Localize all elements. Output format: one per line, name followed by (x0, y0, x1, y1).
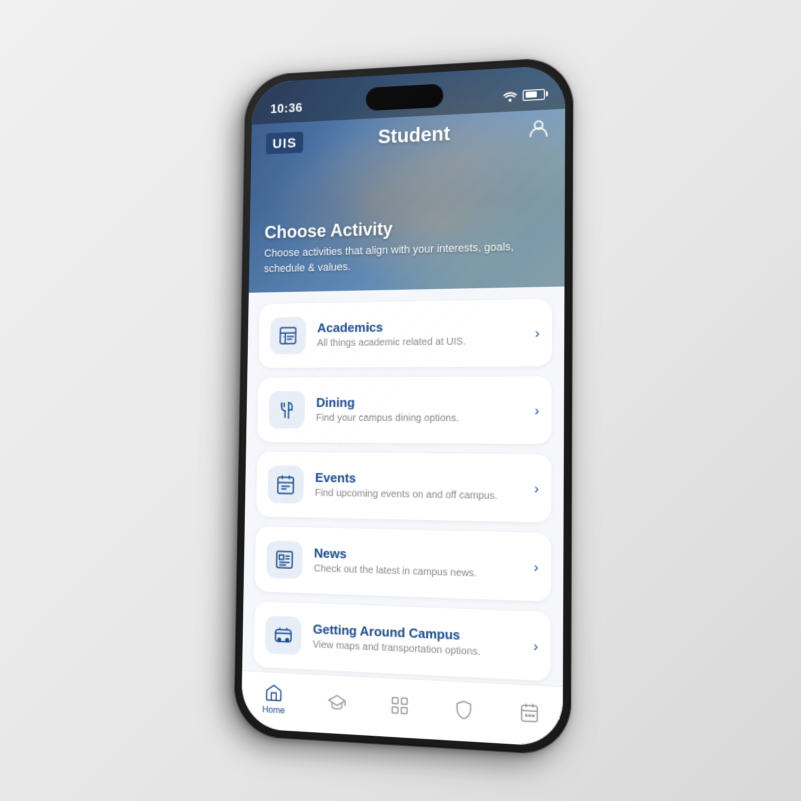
phone-scene: 10:36 UIS (233, 56, 573, 756)
mute-button (239, 189, 242, 222)
news-text: News Check out the latest in campus news… (313, 545, 521, 581)
nav-home[interactable]: Home (254, 677, 293, 719)
news-icon (273, 548, 294, 570)
uis-logo: UIS (265, 131, 303, 154)
getting-around-text: Getting Around Campus View maps and tran… (312, 621, 520, 660)
activity-desc: Choose activities that align with your i… (263, 239, 547, 277)
menu-item-dining[interactable]: Dining Find your campus dining options. … (257, 376, 551, 444)
academics-title: Academics (317, 317, 523, 335)
app-title: Student (377, 123, 450, 149)
profile-icon[interactable] (528, 117, 548, 143)
header-content: Choose Activity Choose activities that a… (263, 214, 548, 277)
nav-calendar[interactable] (510, 696, 547, 727)
news-icon-wrap (266, 540, 303, 579)
academics-desc: All things academic related at UIS. (316, 334, 522, 349)
dining-icon (276, 399, 297, 421)
menu-item-events[interactable]: Events Find upcoming events on and off c… (256, 451, 551, 522)
academics-icon (277, 324, 298, 346)
dining-title: Dining (316, 394, 522, 409)
nav-grid[interactable] (381, 689, 417, 720)
nav-shield[interactable] (445, 693, 482, 724)
calendar-icon (518, 701, 539, 723)
volume-down-button (237, 299, 241, 357)
power-button (572, 196, 573, 257)
status-time: 10:36 (270, 99, 302, 115)
shield-icon (453, 697, 473, 719)
events-icon-wrap (267, 465, 303, 503)
events-chevron: › (534, 479, 539, 496)
menu-item-getting-around[interactable]: Getting Around Campus View maps and tran… (253, 601, 550, 681)
home-icon (264, 681, 283, 702)
status-icons (502, 88, 544, 101)
menu-item-news[interactable]: News Check out the latest in campus news… (254, 526, 550, 601)
phone-reflection (233, 735, 571, 756)
events-title: Events (314, 470, 521, 488)
getting-around-title: Getting Around Campus (312, 621, 520, 645)
volume-up-button (238, 232, 242, 290)
events-text: Events Find upcoming events on and off c… (314, 470, 521, 503)
bottom-nav: Home (241, 670, 563, 747)
dining-desc: Find your campus dining options. (315, 411, 521, 425)
transport-icon-wrap (264, 615, 301, 654)
phone-screen: 10:36 UIS (241, 64, 565, 746)
main-content[interactable]: Academics All things academic related at… (242, 286, 564, 685)
academics-text: Academics All things academic related at… (316, 317, 522, 349)
dining-chevron: › (534, 402, 539, 418)
menu-item-academics[interactable]: Academics All things academic related at… (258, 298, 552, 367)
nav-home-label: Home (262, 703, 285, 714)
events-desc: Find upcoming events on and off campus. (314, 486, 521, 503)
wifi-icon (502, 89, 517, 101)
news-chevron: › (533, 558, 538, 575)
getting-around-chevron: › (533, 637, 538, 654)
cap-icon (327, 691, 347, 712)
events-icon (275, 473, 296, 495)
battery-icon (522, 88, 544, 100)
grid-icon (389, 694, 409, 716)
dining-text: Dining Find your campus dining options. (315, 394, 521, 425)
nav-academics[interactable] (319, 686, 354, 716)
phone-device: 10:36 UIS (233, 56, 573, 756)
dining-icon-wrap (268, 391, 304, 428)
transport-icon (272, 623, 293, 646)
news-desc: Check out the latest in campus news. (313, 562, 521, 581)
academics-icon-wrap (269, 316, 305, 353)
getting-around-desc: View maps and transportation options. (312, 638, 520, 660)
academics-chevron: › (534, 324, 539, 340)
dynamic-island (365, 83, 443, 111)
